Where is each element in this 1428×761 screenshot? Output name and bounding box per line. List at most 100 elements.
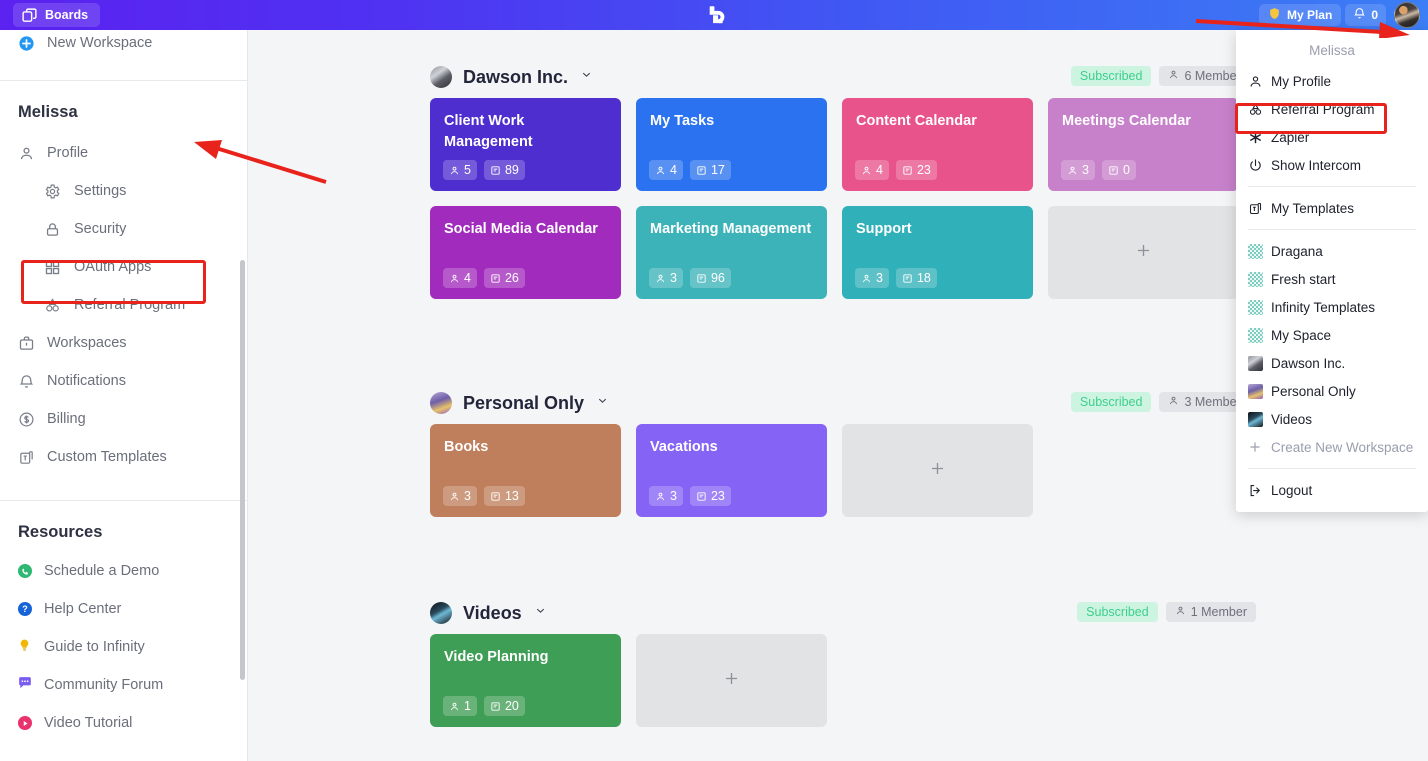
board-items-pill: 17 [689, 160, 731, 180]
sidebar-item-referral-program[interactable]: Referral Program [0, 286, 247, 324]
board-items-pill: 13 [483, 486, 525, 506]
sidebar-item-settings[interactable]: Settings [0, 172, 247, 210]
menu-divider-3 [1248, 468, 1416, 469]
board-stats: 3 96 [649, 268, 731, 288]
sidebar-item-schedule-a-demo[interactable]: Schedule a Demo [0, 552, 247, 590]
sidebar-item-workspaces[interactable]: Workspaces [0, 324, 247, 362]
sidebar-scrollbar[interactable] [240, 260, 245, 680]
sidebar-item-label: OAuth Apps [74, 259, 152, 275]
board-title: Social Media Calendar [444, 221, 598, 237]
chevron-down-icon[interactable] [534, 604, 547, 622]
play-icon [18, 716, 32, 730]
menu-item-show-intercom[interactable]: Show Intercom [1236, 151, 1428, 179]
board-stats: 3 23 [649, 486, 731, 506]
board-card[interactable]: Meetings Calendar 3 0 [1048, 98, 1239, 191]
board-items-count: 13 [504, 489, 519, 503]
grid-icon [44, 259, 61, 276]
board-card[interactable]: Content Calendar 4 23 [842, 98, 1033, 191]
board-card[interactable]: Client Work Management 5 89 [430, 98, 621, 191]
board-stats: 4 23 [855, 160, 937, 180]
add-board-button[interactable] [636, 634, 827, 727]
menu-divider-1 [1248, 186, 1416, 187]
menu-item-label: My Space [1271, 327, 1332, 343]
sidebar-item-label: Help Center [44, 601, 122, 617]
sidebar-item-video-tutorial[interactable]: Video Tutorial [0, 704, 247, 742]
header-right-group: My Plan 0 [1258, 0, 1420, 30]
infinity-logo[interactable] [706, 4, 728, 26]
plus-icon [722, 669, 741, 693]
board-stats: 3 18 [855, 268, 937, 288]
sidebar-item-security[interactable]: Security [0, 210, 247, 248]
menu-item-create-new-workspace[interactable]: Create New Workspace [1236, 433, 1428, 461]
lock-icon [44, 221, 61, 238]
workspace-thumb-icon [1248, 383, 1263, 399]
menu-item-logout[interactable]: Logout [1236, 476, 1428, 504]
sidebar-item-community-forum[interactable]: Community Forum [0, 666, 247, 704]
board-items-pill: 89 [483, 160, 525, 180]
menu-item-workspace-personal-only[interactable]: Personal Only [1236, 377, 1428, 405]
menu-item-my-profile[interactable]: My Profile [1236, 67, 1428, 95]
add-board-button[interactable] [842, 424, 1033, 517]
board-items-count: 18 [916, 271, 931, 285]
sidebar-item-label: Guide to Infinity [44, 639, 145, 655]
sidebar-item-billing[interactable]: Billing [0, 400, 247, 438]
board-members-pill: 3 [649, 486, 683, 506]
workspace-badges: Subscribed 6 Members [1070, 66, 1256, 86]
user-avatar[interactable] [1394, 2, 1420, 28]
board-card[interactable]: Video Planning 1 20 [430, 634, 621, 727]
notifications-button[interactable]: 0 [1345, 4, 1386, 26]
menu-item-label: Personal Only [1271, 383, 1356, 399]
boards-button[interactable]: Boards [13, 3, 101, 27]
sidebar-item-label: Custom Templates [47, 449, 167, 465]
board-members-pill: 4 [649, 160, 683, 180]
sidebar-item-custom-templates[interactable]: Custom Templates [0, 438, 247, 476]
sidebar-item-new-workspace[interactable]: New Workspace [0, 30, 247, 62]
menu-item-workspace-fresh-start[interactable]: Fresh start [1236, 265, 1428, 293]
board-card[interactable]: Books 3 13 [430, 424, 621, 517]
sidebar-item-label: Security [74, 221, 127, 237]
board-card[interactable]: Support 3 18 [842, 206, 1033, 299]
bell-icon [18, 373, 35, 390]
menu-item-label: My Profile [1271, 73, 1332, 89]
notification-count: 0 [1371, 8, 1378, 22]
chevron-down-icon[interactable] [596, 394, 609, 412]
members-icon [1168, 69, 1179, 83]
my-plan-button[interactable]: My Plan [1258, 4, 1342, 26]
menu-item-label: Dawson Inc. [1271, 355, 1346, 371]
board-members-pill: 4 [443, 268, 477, 288]
bulb-icon [18, 638, 32, 656]
user-icon [18, 145, 35, 162]
board-card[interactable]: Vacations 3 23 [636, 424, 827, 517]
menu-item-my-templates[interactable]: My Templates [1236, 194, 1428, 222]
sidebar-item-guide-to-infinity[interactable]: Guide to Infinity [0, 628, 247, 666]
menu-item-workspace-videos[interactable]: Videos [1236, 405, 1428, 433]
board-title: Books [444, 439, 489, 455]
menu-item-workspace-dawson-inc[interactable]: Dawson Inc. [1236, 349, 1428, 377]
boards-label: Boards [45, 8, 89, 22]
menu-item-workspace-my-space[interactable]: My Space [1236, 321, 1428, 349]
board-stats: 5 89 [443, 160, 525, 180]
sidebar-divider-1 [0, 80, 247, 81]
board-card[interactable]: My Tasks 4 17 [636, 98, 827, 191]
sidebar-item-notifications[interactable]: Notifications [0, 362, 247, 400]
sidebar-item-oauth-apps[interactable]: OAuth Apps [0, 248, 247, 286]
menu-item-workspace-dragana[interactable]: Dragana [1236, 237, 1428, 265]
add-board-button[interactable] [1048, 206, 1239, 299]
sidebar-item-label: Community Forum [44, 677, 164, 693]
asterisk-icon [1248, 130, 1263, 145]
boards-icon [21, 7, 38, 24]
sidebar-item-profile[interactable]: Profile [0, 134, 247, 172]
menu-item-referral-program[interactable]: Referral Program [1236, 95, 1428, 123]
board-members-count: 3 [670, 271, 677, 285]
board-card[interactable]: Marketing Management 3 96 [636, 206, 827, 299]
board-stats: 4 17 [649, 160, 731, 180]
board-card[interactable]: Social Media Calendar 4 26 [430, 206, 621, 299]
menu-item-zapier[interactable]: Zapier [1236, 123, 1428, 151]
menu-item-label: Create New Workspace [1271, 439, 1414, 455]
menu-item-workspace-infinity-templates[interactable]: Infinity Templates [1236, 293, 1428, 321]
sidebar-item-label: Billing [47, 411, 86, 427]
board-members-count: 4 [464, 271, 471, 285]
board-items-pill: 26 [483, 268, 525, 288]
sidebar-item-help-center[interactable]: ? Help Center [0, 590, 247, 628]
chevron-down-icon[interactable] [580, 68, 593, 86]
